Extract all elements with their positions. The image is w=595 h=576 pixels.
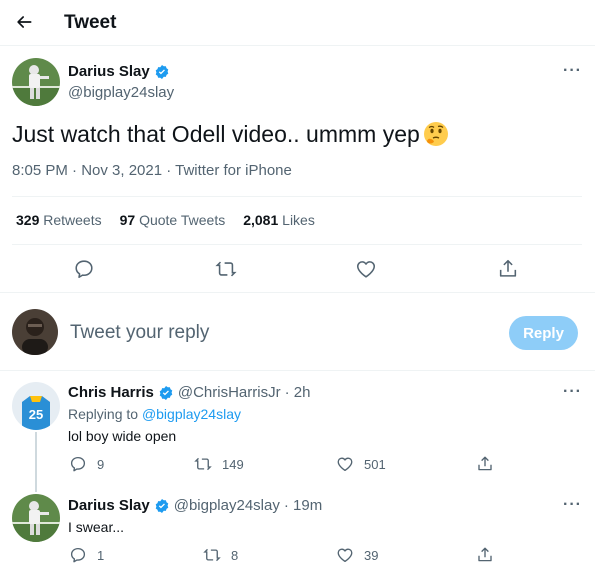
reply-button[interactable]: 1 — [69, 546, 104, 564]
reply-time[interactable]: · 2h — [285, 384, 311, 401]
verified-badge-icon — [158, 385, 174, 401]
player-photo-icon — [12, 58, 60, 106]
player-photo-icon — [12, 494, 60, 542]
retweet-icon — [215, 261, 237, 277]
retweet-count: 8 — [231, 547, 239, 563]
reply-input[interactable]: Tweet your reply — [70, 322, 209, 344]
reply-text: I swear... — [68, 519, 125, 535]
reply-button[interactable]: 9 — [69, 455, 104, 473]
reply-icon — [70, 456, 86, 472]
retweets-label: Retweets — [43, 212, 102, 228]
person-photo-icon — [12, 309, 58, 355]
author-handle[interactable]: @bigplay24slay — [68, 84, 174, 101]
reply-name-row: Darius Slay @bigplay24slay · 19m — [68, 497, 322, 514]
tweet-meta: 8:05 PM · Nov 3, 2021 · Twitter for iPho… — [12, 162, 292, 179]
reply-author-handle[interactable]: @bigplay24slay — [174, 497, 280, 514]
like-count: 39 — [364, 547, 379, 563]
reply-author-name[interactable]: Darius Slay — [68, 497, 150, 514]
top-bar: Tweet — [0, 0, 595, 46]
thread-connector — [35, 432, 37, 492]
heart-icon — [356, 261, 376, 278]
quotes-stat[interactable]: 97 Quote Tweets — [120, 212, 226, 228]
likes-label: Likes — [282, 212, 315, 228]
svg-text:25: 25 — [29, 407, 43, 422]
reply-count: 9 — [97, 456, 105, 472]
retweet-button[interactable]: 8 — [203, 546, 238, 564]
reply-icon — [75, 260, 93, 279]
replying-to-handle[interactable]: @bigplay24slay — [142, 406, 241, 422]
thinking-face-icon — [422, 120, 450, 148]
jersey-photo-icon: 25 — [12, 382, 60, 430]
share-button[interactable] — [497, 258, 519, 280]
reply-author-name[interactable]: Chris Harris — [68, 384, 154, 401]
arrow-left-icon — [17, 16, 32, 28]
page-title: Tweet — [64, 12, 117, 33]
reply-author-handle[interactable]: @ChrisHarrisJr — [178, 384, 281, 401]
verified-badge-icon — [154, 498, 170, 514]
like-count: 501 — [364, 456, 386, 472]
reply-avatar[interactable] — [12, 494, 60, 542]
divider — [12, 244, 582, 245]
reply-icon — [70, 547, 86, 563]
tweet-text-row: Just watch that Odell video.. ummm yep — [12, 120, 450, 148]
more-options-icon[interactable]: ··· — [563, 62, 582, 80]
retweets-stat[interactable]: 329 Retweets — [16, 212, 102, 228]
avatar[interactable] — [12, 58, 60, 106]
likes-stat[interactable]: 2,081 Likes — [243, 212, 315, 228]
reply-button[interactable] — [73, 258, 95, 280]
retweet-button[interactable]: 149 — [194, 455, 244, 473]
divider — [0, 370, 595, 371]
reply-avatar[interactable]: 25 — [12, 382, 60, 430]
replying-to-prefix: Replying to — [68, 406, 139, 422]
tweet-stats: 329 Retweets 97 Quote Tweets 2,081 Likes — [16, 212, 315, 228]
retweets-count: 329 — [16, 212, 40, 228]
share-button[interactable] — [476, 546, 494, 564]
heart-icon — [337, 457, 353, 472]
verified-badge-icon — [154, 64, 170, 80]
share-button[interactable] — [476, 455, 494, 473]
like-button[interactable]: 501 — [336, 455, 386, 473]
likes-count: 2,081 — [243, 212, 279, 228]
share-icon — [478, 456, 492, 471]
share-icon — [478, 547, 492, 562]
quotes-count: 97 — [119, 212, 136, 228]
back-button[interactable] — [10, 8, 38, 36]
more-options-icon[interactable]: ··· — [563, 383, 582, 401]
retweet-count: 149 — [222, 456, 244, 472]
replying-to: Replying to @bigplay24slay — [68, 406, 241, 422]
reply-submit-button[interactable]: Reply — [509, 316, 578, 350]
reply-name-row: Chris Harris @ChrisHarrisJr · 2h — [68, 384, 310, 401]
author-name[interactable]: Darius Slay — [68, 63, 150, 80]
more-options-icon[interactable]: ··· — [563, 496, 582, 514]
like-button[interactable]: 39 — [336, 546, 378, 564]
quotes-label: Quote Tweets — [139, 212, 226, 228]
divider — [0, 292, 595, 293]
tweet-text: Just watch that Odell video.. ummm yep — [12, 120, 420, 147]
author-name-row: Darius Slay — [68, 63, 170, 80]
retweet-icon — [203, 548, 221, 562]
retweet-icon — [194, 457, 212, 471]
user-avatar[interactable] — [12, 309, 58, 355]
heart-icon — [337, 548, 353, 563]
like-button[interactable] — [355, 258, 377, 280]
share-icon — [499, 259, 517, 277]
retweet-button[interactable] — [215, 258, 237, 280]
reply-count: 1 — [97, 547, 105, 563]
reply-text: lol boy wide open — [68, 428, 177, 444]
reply-time[interactable]: · 19m — [284, 497, 322, 514]
divider — [12, 196, 582, 197]
